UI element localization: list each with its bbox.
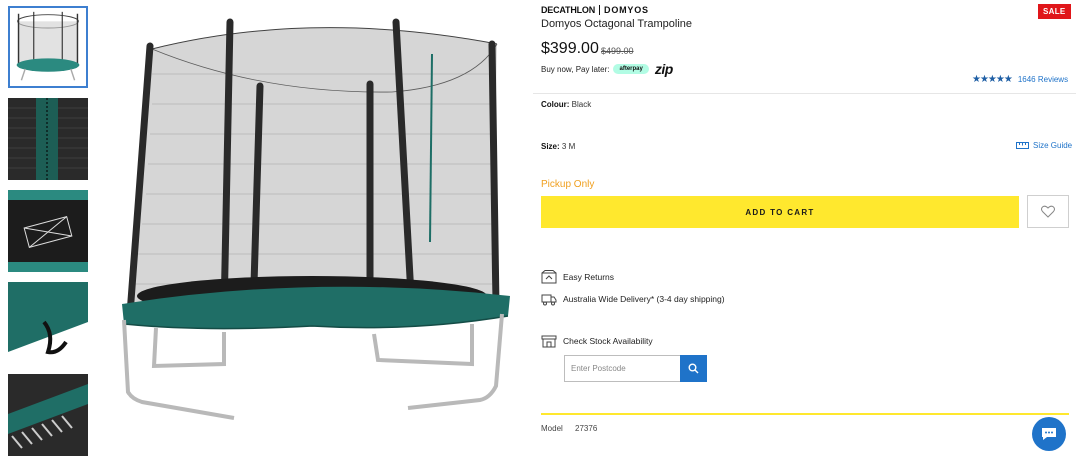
brand-logo[interactable]: DECATHLON DOMYOS bbox=[541, 5, 649, 15]
section-divider bbox=[533, 93, 1076, 94]
delivery-label: Australia Wide Delivery* (3-4 day shippi… bbox=[563, 294, 725, 304]
postcode-search-button[interactable] bbox=[680, 355, 707, 382]
colour-row: Colour: Black bbox=[541, 100, 591, 109]
postcode-input[interactable] bbox=[564, 355, 680, 382]
thumbnail-pad-strap[interactable] bbox=[8, 282, 88, 364]
truck-icon bbox=[541, 294, 557, 306]
product-price: $399.00 bbox=[541, 40, 599, 57]
reviews-link[interactable]: 1646 Reviews bbox=[1018, 75, 1068, 84]
product-rating[interactable]: ★★★★★ 1646 Reviews bbox=[972, 74, 1068, 85]
buy-now-pay-later: Buy now, Pay later: afterpay zip bbox=[541, 61, 673, 77]
size-guide-label: Size Guide bbox=[1033, 141, 1073, 150]
product-title: Domyos Octagonal Trampoline bbox=[541, 18, 693, 30]
add-to-cart-button[interactable]: ADD TO CART bbox=[541, 196, 1019, 228]
store-icon bbox=[541, 335, 557, 348]
easy-returns: Easy Returns bbox=[541, 270, 614, 284]
check-stock-label: Check Stock Availability bbox=[563, 336, 653, 346]
size-label: Size: bbox=[541, 142, 560, 151]
star-rating-icon: ★★★★★ bbox=[972, 74, 1013, 85]
size-row: Size: 3 M bbox=[541, 142, 575, 151]
afterpay-logo[interactable]: afterpay bbox=[613, 64, 649, 74]
size-guide-link[interactable]: Size Guide bbox=[1016, 141, 1072, 150]
size-value: 3 M bbox=[561, 142, 576, 151]
brand-name: DECATHLON bbox=[541, 5, 596, 15]
delivery-info: Australia Wide Delivery* (3-4 day shippi… bbox=[541, 292, 725, 306]
pickup-only-text: Pickup Only bbox=[541, 179, 595, 190]
thumbnail-net-closeup[interactable] bbox=[8, 98, 88, 180]
model-label: Model bbox=[541, 424, 563, 433]
thumbnail-mat-logo[interactable] bbox=[8, 190, 88, 272]
wishlist-button[interactable] bbox=[1027, 195, 1069, 228]
bnpl-label: Buy now, Pay later: bbox=[541, 64, 610, 74]
model-info: Model 27376 bbox=[541, 424, 597, 433]
postcode-search bbox=[564, 355, 707, 382]
brand-subname: DOMYOS bbox=[604, 5, 649, 15]
check-stock: Check Stock Availability bbox=[541, 334, 653, 348]
heart-icon bbox=[1041, 205, 1055, 218]
chat-button[interactable] bbox=[1032, 417, 1066, 451]
brand-divider bbox=[599, 5, 601, 15]
easy-returns-label: Easy Returns bbox=[563, 272, 615, 282]
thumbnail-trampoline-full[interactable] bbox=[8, 6, 88, 88]
ruler-icon bbox=[1016, 142, 1029, 149]
colour-value: Black bbox=[571, 100, 592, 109]
sale-badge: SALE bbox=[1038, 4, 1071, 19]
chat-icon bbox=[1042, 428, 1056, 440]
thumbnail-springs[interactable] bbox=[8, 374, 88, 456]
model-number: 27376 bbox=[575, 424, 598, 433]
original-price: $499.00 bbox=[601, 46, 634, 56]
colour-label: Colour: bbox=[541, 100, 570, 109]
box-icon bbox=[541, 270, 557, 284]
accent-divider bbox=[541, 413, 1069, 415]
zip-logo[interactable]: zip bbox=[655, 61, 673, 77]
search-icon bbox=[688, 363, 699, 374]
main-product-image bbox=[112, 14, 522, 434]
